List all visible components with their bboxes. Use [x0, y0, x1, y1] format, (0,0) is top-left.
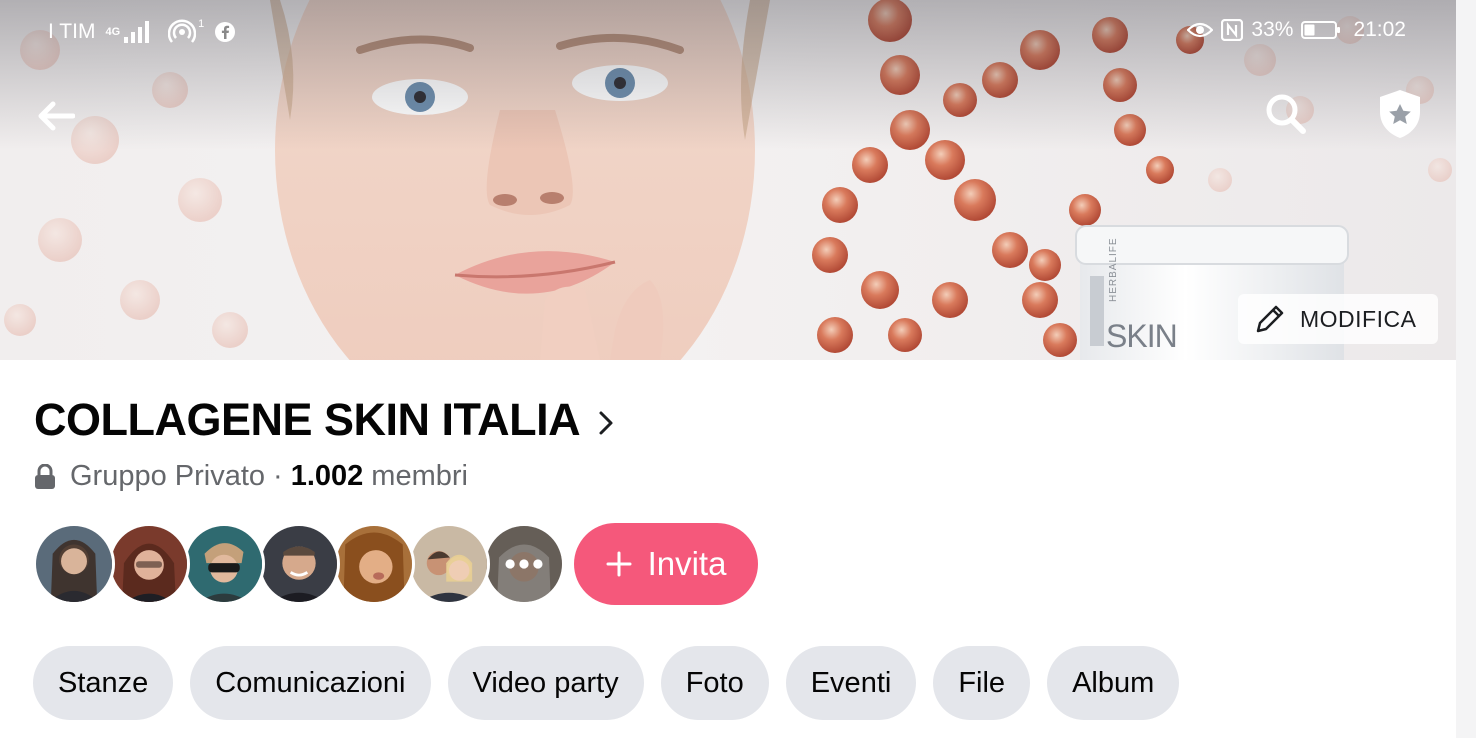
- group-cover-photo[interactable]: HERBALIFE SKIN I TIM 4G 1 33% 21:02 MODI…: [0, 0, 1456, 360]
- eye-comfort-icon: [1187, 22, 1214, 38]
- search-icon: [1266, 94, 1306, 134]
- search-button[interactable]: [1258, 86, 1314, 142]
- tab-stanze[interactable]: Stanze: [33, 646, 174, 720]
- tab-comunicazioni[interactable]: Comunicazioni: [190, 646, 431, 720]
- group-meta: Gruppo Privato · 1.002 membri: [34, 460, 468, 493]
- tab-eventi[interactable]: Eventi: [785, 646, 917, 720]
- avatar[interactable]: [333, 523, 415, 605]
- group-privacy: Gruppo Privato: [70, 460, 266, 492]
- group-tabs: Stanze Comunicazioni Video party Foto Ev…: [33, 646, 1180, 720]
- network-type: 4G: [105, 26, 121, 38]
- avatar[interactable]: [183, 523, 265, 605]
- avatar[interactable]: [33, 523, 115, 605]
- pencil-icon: [1256, 305, 1284, 333]
- carrier-name: I TIM: [48, 20, 96, 43]
- clock: 21:02: [1353, 18, 1406, 41]
- admin-shield-icon: [1380, 90, 1420, 138]
- hotspot-badge: 1: [198, 18, 205, 30]
- battery-percent: 33%: [1251, 18, 1294, 41]
- tab-album[interactable]: Album: [1047, 646, 1180, 720]
- status-bar: I TIM 4G 1 33% 21:02: [0, 12, 1456, 52]
- avatar[interactable]: [408, 523, 490, 605]
- group-name: COLLAGENE SKIN ITALIA: [34, 394, 581, 445]
- tab-video-party[interactable]: Video party: [447, 646, 644, 720]
- facebook-notification-icon: [215, 22, 236, 42]
- edit-cover-label: MODIFICA: [1300, 305, 1417, 332]
- more-icon: [505, 559, 515, 569]
- battery-icon: [1301, 21, 1341, 39]
- group-title-link[interactable]: COLLAGENE SKIN ITALIA: [34, 394, 614, 446]
- tab-file[interactable]: File: [933, 646, 1031, 720]
- back-button[interactable]: [28, 88, 84, 144]
- back-arrow-icon: [38, 101, 75, 131]
- meta-separator: ·: [273, 460, 283, 492]
- chevron-right-icon: [599, 411, 613, 435]
- nfc-icon: [1221, 19, 1244, 41]
- hotspot-icon: [168, 19, 197, 43]
- invite-button[interactable]: Invita: [574, 523, 758, 605]
- lock-icon: [35, 463, 55, 489]
- members-label[interactable]: membri: [371, 460, 468, 493]
- avatar[interactable]: [108, 523, 190, 605]
- tab-foto[interactable]: Foto: [660, 646, 769, 720]
- edit-cover-button[interactable]: MODIFICA: [1238, 294, 1438, 344]
- more-members-avatar[interactable]: [483, 523, 565, 605]
- scrollbar[interactable]: [1456, 0, 1476, 738]
- admin-tools-button[interactable]: [1372, 86, 1428, 142]
- signal-icon: [124, 21, 150, 43]
- avatar[interactable]: [258, 523, 340, 605]
- plus-icon: [606, 551, 632, 577]
- invite-label: Invita: [647, 545, 727, 582]
- product-brand: HERBALIFE: [1108, 237, 1119, 302]
- product-name: SKIN: [1106, 318, 1178, 354]
- member-count[interactable]: 1.002: [291, 460, 364, 493]
